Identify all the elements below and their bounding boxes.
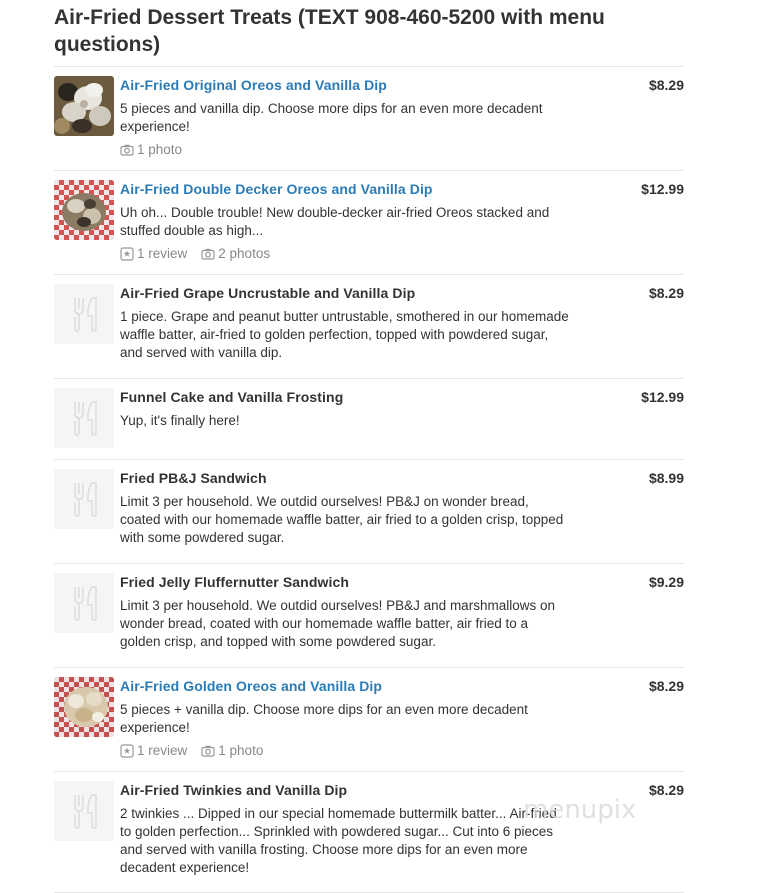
item-price: $8.29 bbox=[648, 782, 684, 798]
item-description: 5 pieces and vanilla dip. Choose more di… bbox=[120, 101, 543, 134]
menu-item: Fried Jelly Fluffernutter Sandwich Limit… bbox=[54, 564, 684, 668]
reviews-link[interactable]: 1 review bbox=[120, 742, 187, 760]
item-description: Uh oh... Double trouble! New double-deck… bbox=[120, 205, 550, 238]
reviews-count: 1 review bbox=[137, 246, 188, 261]
placeholder-thumbnail bbox=[54, 781, 114, 841]
item-description: 5 pieces + vanilla dip. Choose more dips… bbox=[120, 702, 528, 735]
camera-icon bbox=[201, 745, 215, 757]
review-star-icon bbox=[120, 247, 134, 261]
item-price: $12.99 bbox=[641, 181, 684, 197]
review-star-icon bbox=[120, 744, 134, 758]
item-price: $8.29 bbox=[648, 77, 684, 93]
menu-list: Air-Fried Original Oreos and Vanilla Dip… bbox=[54, 66, 684, 893]
item-photo-thumbnail[interactable] bbox=[54, 180, 114, 240]
menu-item: Air-Fried Twinkies and Vanilla Dip 2 twi… bbox=[54, 772, 684, 893]
item-name-link[interactable]: Air-Fried Double Decker Oreos and Vanill… bbox=[120, 180, 570, 198]
item-name: Air-Fried Grape Uncrustable and Vanilla … bbox=[120, 285, 416, 301]
placeholder-thumbnail bbox=[54, 284, 114, 344]
item-price: $12.99 bbox=[641, 389, 684, 405]
item-name: Air-Fried Twinkies and Vanilla Dip bbox=[120, 782, 348, 798]
camera-icon bbox=[201, 248, 215, 260]
menu-item: Air-Fried Original Oreos and Vanilla Dip… bbox=[54, 67, 684, 171]
menu-item: Funnel Cake and Vanilla Frosting Yup, it… bbox=[54, 379, 684, 460]
menu-item: Air-Fried Grape Uncrustable and Vanilla … bbox=[54, 275, 684, 379]
fork-knife-icon bbox=[54, 284, 114, 344]
item-name-link[interactable]: Air-Fried Original Oreos and Vanilla Dip bbox=[120, 76, 570, 94]
fork-knife-icon bbox=[54, 388, 114, 448]
item-description: Yup, it's finally here! bbox=[120, 413, 240, 428]
item-photo-thumbnail[interactable] bbox=[54, 677, 114, 737]
item-price: $8.29 bbox=[648, 678, 684, 694]
menupix-watermark: menupix bbox=[523, 795, 637, 825]
item-price: $8.29 bbox=[648, 285, 684, 301]
item-name: Fried Jelly Fluffernutter Sandwich bbox=[120, 574, 349, 590]
photos-link[interactable]: 1 photo bbox=[201, 742, 263, 760]
item-description: Limit 3 per household. We outdid ourselv… bbox=[120, 494, 564, 545]
item-name-link[interactable]: Air-Fried Golden Oreos and Vanilla Dip bbox=[120, 677, 570, 695]
placeholder-thumbnail bbox=[54, 573, 114, 633]
item-description: Limit 3 per household. We outdid ourselv… bbox=[120, 598, 555, 649]
reviews-count: 1 review bbox=[137, 743, 188, 758]
item-description: 1 piece. Grape and peanut butter untrust… bbox=[120, 309, 569, 360]
item-price: $9.29 bbox=[648, 574, 684, 590]
item-name: Fried PB&J Sandwich bbox=[120, 470, 267, 486]
menu-item: Air-Fried Double Decker Oreos and Vanill… bbox=[54, 171, 684, 275]
reviews-link[interactable]: 1 review bbox=[120, 245, 187, 263]
photos-count: 1 photo bbox=[218, 743, 264, 758]
item-description: 2 twinkies ... Dipped in our special hom… bbox=[120, 806, 557, 875]
item-photo-thumbnail[interactable] bbox=[54, 76, 114, 136]
item-price: $8.99 bbox=[648, 470, 684, 486]
photos-count: 2 photos bbox=[218, 246, 271, 261]
item-meta: 1 photo bbox=[120, 141, 570, 159]
photos-link[interactable]: 1 photo bbox=[120, 141, 182, 159]
item-name: Funnel Cake and Vanilla Frosting bbox=[120, 389, 344, 405]
photos-count: 1 photo bbox=[137, 142, 183, 157]
photos-link[interactable]: 2 photos bbox=[201, 245, 270, 263]
fork-knife-icon bbox=[54, 469, 114, 529]
camera-icon bbox=[120, 144, 134, 156]
section-title: Air-Fried Dessert Treats (TEXT 908-460-5… bbox=[54, 6, 605, 56]
placeholder-thumbnail bbox=[54, 388, 114, 448]
item-meta: 1 review 1 photo bbox=[120, 742, 570, 760]
placeholder-thumbnail bbox=[54, 469, 114, 529]
item-meta: 1 review 2 photos bbox=[120, 245, 570, 263]
fork-knife-icon bbox=[54, 573, 114, 633]
menu-item: Fried PB&J Sandwich Limit 3 per househol… bbox=[54, 460, 684, 564]
menu-item: Air-Fried Golden Oreos and Vanilla Dip 5… bbox=[54, 668, 684, 772]
fork-knife-icon bbox=[54, 781, 114, 841]
